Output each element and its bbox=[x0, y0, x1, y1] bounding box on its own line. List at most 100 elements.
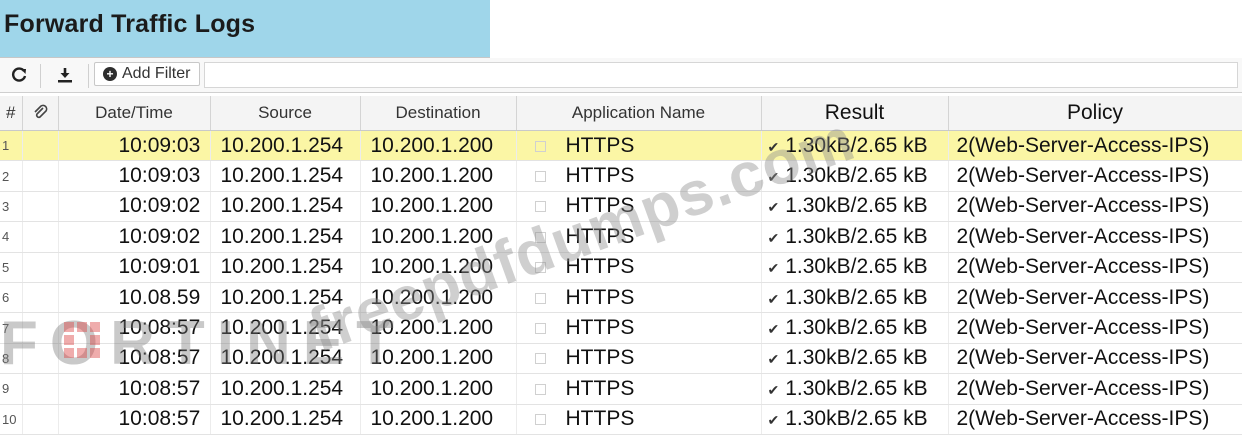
toolbar-separator bbox=[88, 64, 89, 88]
table-row[interactable]: 6 10.08.59 10.200.1.254 10.200.1.200 HTT… bbox=[0, 282, 1242, 314]
result-cell: ✔ 1.30kB/2.65 kB bbox=[761, 282, 949, 314]
table-row[interactable]: 4 10:09:02 10.200.1.254 10.200.1.200 HTT… bbox=[0, 221, 1242, 253]
table-row[interactable]: 1 10:09:03 10.200.1.254 10.200.1.200 HTT… bbox=[0, 130, 1242, 162]
datetime-cell: 10:08:57 bbox=[58, 404, 211, 435]
application-name: HTTPS bbox=[565, 194, 635, 218]
source-cell: 10.200.1.254 bbox=[210, 252, 361, 283]
attachment-cell bbox=[22, 312, 59, 344]
policy-cell: 2(Web-Server-Access-IPS) bbox=[948, 221, 1242, 253]
policy-cell: 2(Web-Server-Access-IPS) bbox=[948, 373, 1242, 405]
source-cell: 10.200.1.254 bbox=[210, 191, 361, 223]
table-row[interactable]: 5 10:09:01 10.200.1.254 10.200.1.200 HTT… bbox=[0, 252, 1242, 283]
paperclip-icon bbox=[34, 104, 48, 118]
table-row[interactable]: 9 10:08:57 10.200.1.254 10.200.1.200 HTT… bbox=[0, 373, 1242, 405]
destination-cell: 10.200.1.200 bbox=[360, 191, 517, 223]
row-number: 2 bbox=[0, 160, 23, 192]
add-filter-button[interactable]: + Add Filter bbox=[94, 62, 200, 86]
col-header-datetime[interactable]: Date/Time bbox=[58, 96, 211, 131]
application-name: HTTPS bbox=[565, 164, 635, 188]
table-row[interactable]: 3 10:09:02 10.200.1.254 10.200.1.200 HTT… bbox=[0, 191, 1242, 223]
table-header-row: # Date/Time Source Destination Applicati… bbox=[0, 96, 1242, 131]
plus-icon: + bbox=[103, 67, 117, 81]
datetime-cell: 10:08:57 bbox=[58, 343, 211, 375]
attachment-cell bbox=[22, 252, 59, 283]
application-name: HTTPS bbox=[565, 285, 635, 309]
datetime-cell: 10:08:57 bbox=[58, 312, 211, 344]
col-header-source[interactable]: Source bbox=[210, 96, 361, 131]
app-icon bbox=[534, 201, 546, 213]
download-button[interactable] bbox=[48, 61, 82, 89]
application-name: HTTPS bbox=[565, 224, 635, 248]
attachment-cell bbox=[22, 404, 59, 435]
app-icon bbox=[534, 292, 546, 304]
datetime-cell: 10:08:57 bbox=[58, 373, 211, 405]
datetime-cell: 10:09:02 bbox=[58, 191, 211, 223]
policy-cell: 2(Web-Server-Access-IPS) bbox=[948, 191, 1242, 223]
result-value: 1.30kB/2.65 kB bbox=[785, 407, 928, 431]
application-name: HTTPS bbox=[565, 376, 635, 400]
col-header-attachment[interactable] bbox=[22, 96, 59, 131]
attachment-cell bbox=[22, 282, 59, 314]
destination-cell: 10.200.1.200 bbox=[360, 252, 517, 283]
table-row[interactable]: 8 10:08:57 10.200.1.254 10.200.1.200 HTT… bbox=[0, 343, 1242, 375]
col-header-policy[interactable]: Policy bbox=[948, 96, 1242, 131]
application-cell: HTTPS bbox=[516, 343, 762, 375]
application-name: HTTPS bbox=[565, 255, 635, 279]
application-name: HTTPS bbox=[565, 407, 635, 431]
destination-cell: 10.200.1.200 bbox=[360, 343, 517, 375]
col-header-application[interactable]: Application Name bbox=[516, 96, 762, 131]
result-cell: ✔ 1.30kB/2.65 kB bbox=[761, 373, 949, 405]
row-number: 5 bbox=[0, 252, 23, 283]
row-number: 4 bbox=[0, 221, 23, 253]
datetime-cell: 10.08.59 bbox=[58, 282, 211, 314]
result-value: 1.30kB/2.65 kB bbox=[785, 255, 928, 279]
application-cell: HTTPS bbox=[516, 312, 762, 344]
destination-cell: 10.200.1.200 bbox=[360, 160, 517, 192]
logs-table: # Date/Time Source Destination Applicati… bbox=[0, 96, 1242, 435]
policy-cell: 2(Web-Server-Access-IPS) bbox=[948, 343, 1242, 375]
refresh-icon bbox=[12, 67, 27, 82]
col-header-destination[interactable]: Destination bbox=[360, 96, 517, 131]
source-cell: 10.200.1.254 bbox=[210, 160, 361, 192]
download-icon bbox=[58, 68, 72, 83]
title-bar: Forward Traffic Logs bbox=[0, 0, 490, 58]
datetime-cell: 10:09:01 bbox=[58, 252, 211, 283]
result-cell: ✔ 1.30kB/2.65 kB bbox=[761, 160, 949, 192]
attachment-cell bbox=[22, 373, 59, 405]
row-number: 7 bbox=[0, 312, 23, 344]
toolbar: + Add Filter bbox=[0, 58, 1242, 93]
result-cell: ✔ 1.30kB/2.65 kB bbox=[761, 130, 949, 162]
checkmark-icon: ✔ bbox=[767, 138, 780, 155]
row-number: 3 bbox=[0, 191, 23, 223]
attachment-cell bbox=[22, 221, 59, 253]
application-cell: HTTPS bbox=[516, 160, 762, 192]
destination-cell: 10.200.1.200 bbox=[360, 373, 517, 405]
application-cell: HTTPS bbox=[516, 373, 762, 405]
table-row[interactable]: 10 10:08:57 10.200.1.254 10.200.1.200 HT… bbox=[0, 404, 1242, 435]
policy-cell: 2(Web-Server-Access-IPS) bbox=[948, 160, 1242, 192]
result-value: 1.30kB/2.65 kB bbox=[785, 164, 928, 188]
checkmark-icon: ✔ bbox=[767, 290, 780, 307]
table-row[interactable]: 2 10:09:03 10.200.1.254 10.200.1.200 HTT… bbox=[0, 160, 1242, 192]
page-title: Forward Traffic Logs bbox=[4, 10, 256, 38]
application-cell: HTTPS bbox=[516, 130, 762, 162]
filter-input[interactable] bbox=[204, 62, 1238, 88]
datetime-cell: 10:09:02 bbox=[58, 221, 211, 253]
datetime-cell: 10:09:03 bbox=[58, 160, 211, 192]
source-cell: 10.200.1.254 bbox=[210, 343, 361, 375]
refresh-button[interactable] bbox=[2, 61, 36, 89]
source-cell: 10.200.1.254 bbox=[210, 373, 361, 405]
col-header-number[interactable]: # bbox=[0, 96, 23, 131]
app-icon bbox=[534, 414, 546, 426]
policy-cell: 2(Web-Server-Access-IPS) bbox=[948, 130, 1242, 162]
application-cell: HTTPS bbox=[516, 252, 762, 283]
table-row[interactable]: 7 10:08:57 10.200.1.254 10.200.1.200 HTT… bbox=[0, 312, 1242, 344]
result-cell: ✔ 1.30kB/2.65 kB bbox=[761, 404, 949, 435]
source-cell: 10.200.1.254 bbox=[210, 404, 361, 435]
application-name: HTTPS bbox=[565, 133, 635, 157]
datetime-cell: 10:09:03 bbox=[58, 130, 211, 162]
app-icon bbox=[534, 231, 546, 243]
col-header-result[interactable]: Result bbox=[761, 96, 949, 131]
attachment-cell bbox=[22, 130, 59, 162]
toolbar-separator bbox=[40, 64, 41, 88]
